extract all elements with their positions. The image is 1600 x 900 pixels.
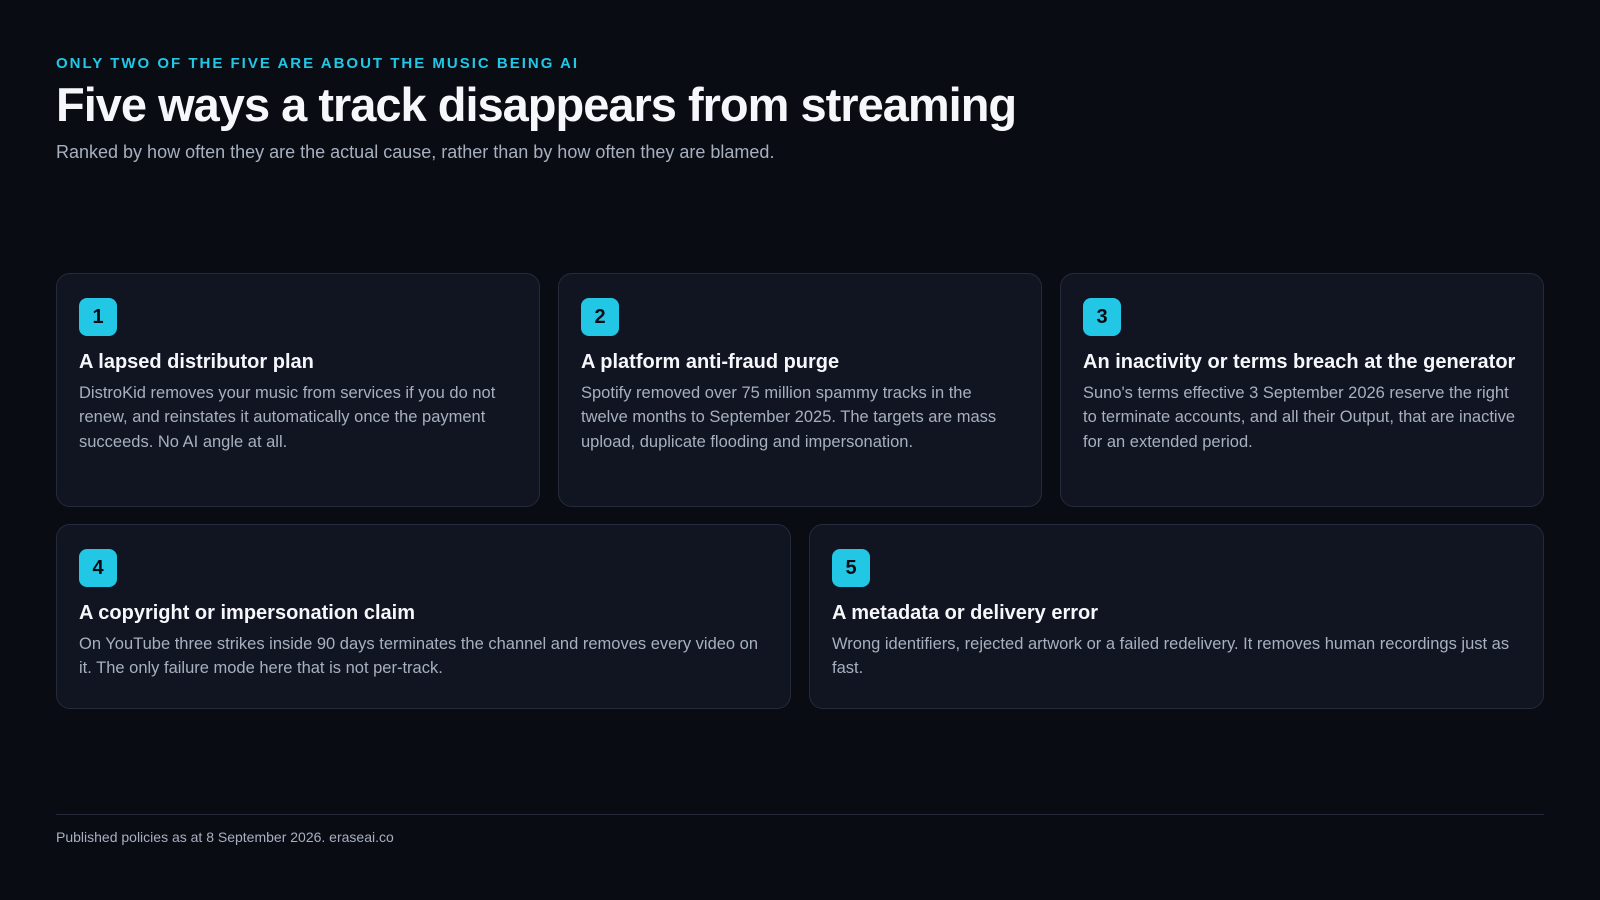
card-description: On YouTube three strikes inside 90 days … (79, 635, 759, 678)
cause-card-4: 4 A copyright or impersonation claim On … (56, 524, 791, 709)
card-description: DistroKid removes your music from servic… (79, 384, 496, 451)
card-title: An inactivity or terms breach at the gen… (1083, 351, 1516, 373)
cause-card-1: 1 A lapsed distributor plan DistroKid re… (56, 273, 540, 507)
card-title: A copyright or impersonation claim (79, 602, 415, 624)
cause-card-3: 3 An inactivity or terms breach at the g… (1060, 273, 1544, 507)
card-title: A lapsed distributor plan (79, 351, 314, 373)
rank-badge: 2 (581, 298, 619, 336)
card-description: Suno's terms effective 3 September 2026 … (1083, 384, 1515, 451)
card-description: Spotify removed over 75 million spammy t… (581, 384, 997, 451)
card-title: A metadata or delivery error (832, 602, 1099, 624)
rank-badge: 3 (1083, 298, 1121, 336)
card-title: A platform anti-fraud purge (581, 351, 840, 373)
page: ONLY TWO OF THE FIVE ARE ABOUT THE MUSIC… (0, 0, 1600, 900)
rank-badge: 5 (832, 549, 870, 587)
footer-divider (56, 814, 1544, 815)
footer-note: Published policies as at 8 September 202… (56, 829, 394, 845)
page-title: Five ways a track disappears from stream… (56, 78, 1017, 131)
cause-card-5: 5 A metadata or delivery error Wrong ide… (809, 524, 1544, 709)
rank-badge: 1 (79, 298, 117, 336)
rank-badge: 4 (79, 549, 117, 587)
page-subtitle: Ranked by how often they are the actual … (56, 142, 775, 162)
eyebrow-label: ONLY TWO OF THE FIVE ARE ABOUT THE MUSIC… (56, 55, 580, 72)
cause-card-2: 2 A platform anti-fraud purge Spotify re… (558, 273, 1042, 507)
card-description: Wrong identifiers, rejected artwork or a… (832, 635, 1510, 678)
